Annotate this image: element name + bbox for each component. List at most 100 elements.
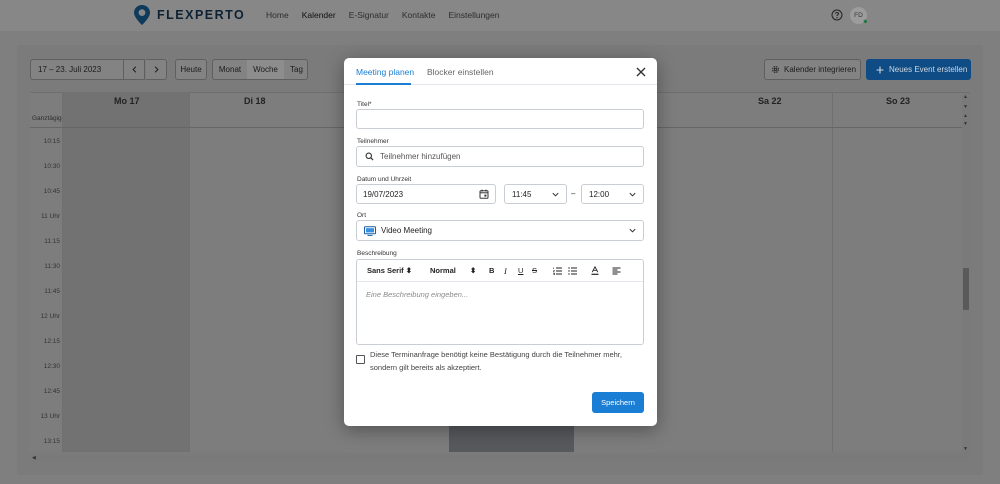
next-week-button[interactable] [146,59,167,80]
main-nav: Home Kalender E-Signatur Kontakte Einste… [266,10,513,20]
time-label: 12:15 [43,338,60,345]
today-button[interactable]: Heute [175,59,207,80]
date-input[interactable]: 19/07/2023 [356,184,496,204]
attendees-label: Teilnehmer [357,138,389,145]
scroll-down-arrow-icon[interactable]: ▼ [963,446,968,452]
avatar[interactable]: FD [850,7,868,24]
tab-blocker-einstellen[interactable]: Blocker einstellen [427,67,494,77]
create-event-label: Neues Event erstellen [889,65,968,74]
view-day-button[interactable]: Tag [284,60,307,79]
integrate-calendar-label: Kalender integrieren [784,65,857,74]
bullet-list-icon[interactable] [568,267,577,275]
video-monitor-icon [364,225,376,236]
font-size-select[interactable]: Normal ⬍ [430,266,476,275]
horizontal-scrollbar[interactable] [30,455,970,462]
nav-item-kontakte[interactable]: Kontakte [402,10,436,20]
nav-item-einstellungen[interactable]: Einstellungen [448,10,499,20]
underline-icon[interactable]: U [518,266,523,275]
text-color-icon[interactable] [591,266,599,275]
time-label: 11 Uhr [40,213,60,220]
view-month-button[interactable]: Monat [213,60,247,79]
nav-item-esignatur[interactable]: E-Signatur [349,10,389,20]
date-range-text: 17 – 23. Juli 2023 [38,65,102,74]
day-column-monday [62,92,189,452]
today-label: Heute [180,65,202,74]
previous-week-button[interactable] [124,59,145,80]
attendees-placeholder: Teilnehmer hinzufügen [380,152,461,161]
top-navigation-bar: FLEXPERTO Home Kalender E-Signatur Konta… [0,0,1000,31]
meeting-dialog: Meeting planen Blocker einstellen Titel*… [344,58,657,426]
view-week-button[interactable]: Woche [247,60,284,79]
date-range-display: 17 – 23. Juli 2023 [30,59,124,80]
integrate-calendar-button[interactable]: Kalender integrieren [764,59,861,80]
chevron-down-icon [629,228,636,233]
calendar-icon[interactable] [479,189,489,199]
active-tab-indicator [356,83,411,85]
scrollbar-thumb[interactable] [963,268,969,310]
time-label: 12:30 [43,363,60,370]
column-divider [189,92,190,452]
location-selected: Video Meeting [364,225,432,236]
save-button[interactable]: Speichern [592,392,644,413]
allday-label: Ganztägig [32,115,62,122]
scroll-up-arrow-icon[interactable]: ▲ [963,94,968,100]
italic-icon[interactable]: I [504,266,507,276]
chevron-down-icon [552,192,559,197]
time-label: 10:45 [43,188,60,195]
chevron-down-icon [629,192,636,197]
time-label: 11:45 [44,288,60,295]
select-arrows-icon: ⬍ [405,266,413,275]
chevron-left-icon [131,66,136,73]
create-event-button[interactable]: Neues Event erstellen [866,59,971,80]
column-divider [62,92,63,452]
auto-accept-checkbox[interactable] [356,355,365,364]
day-header-sa: Sa 22 [758,96,782,106]
date-value: 19/07/2023 [363,189,404,199]
time-label: 12 Uhr [40,313,60,320]
location-select[interactable]: Video Meeting [356,220,644,241]
brand-name: FLEXPERTO [157,8,246,22]
ordered-list-icon[interactable] [553,267,562,275]
nav-item-home[interactable]: Home [266,10,289,20]
dialog-tabs: Meeting planen Blocker einstellen [344,58,657,85]
location-value: Video Meeting [381,226,432,235]
title-label: Titel* [357,101,372,108]
search-icon [365,152,374,161]
brand-logo[interactable]: FLEXPERTO [134,5,245,25]
scroll-down-arrow-icon[interactable]: ▼ [963,104,968,110]
font-family-select[interactable]: Sans Serif ⬍ [367,266,412,275]
scroll-down-arrow-icon[interactable]: ▼ [963,121,968,127]
close-icon[interactable] [635,66,647,78]
help-icon[interactable] [831,9,843,21]
time-range-separator: – [571,189,576,198]
column-divider [832,92,833,452]
editor-toolbar: Sans Serif ⬍ Normal ⬍ B I U S [357,260,643,282]
start-time-select[interactable]: 11:45 [504,184,567,204]
scroll-up-arrow-icon[interactable]: ▲ [963,113,968,119]
online-status-dot [863,19,868,24]
tab-meeting-planen[interactable]: Meeting planen [356,67,414,77]
bold-icon[interactable]: B [489,266,494,275]
nav-item-kalender[interactable]: Kalender [302,10,336,20]
day-header-di: Di 18 [244,96,266,106]
time-label: 10:30 [43,163,60,170]
plus-icon [876,66,884,73]
save-label: Speichern [601,398,635,407]
gear-icon [772,66,779,73]
attendees-input[interactable]: Teilnehmer hinzufügen [356,146,644,167]
scroll-left-arrow-icon[interactable]: ◀ [32,455,36,461]
time-label: 10:15 [43,138,60,145]
title-input[interactable] [356,109,644,129]
align-left-icon[interactable] [612,267,621,275]
location-pin-icon [134,5,150,25]
description-placeholder: Eine Beschreibung eingeben... [366,290,469,299]
description-editor[interactable]: Sans Serif ⬍ Normal ⬍ B I U S Eine Besch… [356,259,644,345]
auto-accept-label: Diese Terminanfrage benötigt keine Bestä… [370,350,622,372]
font-size-value: Normal [430,266,456,275]
end-time-select[interactable]: 12:00 [581,184,644,204]
time-label: 13 Uhr [40,413,60,420]
description-label: Beschreibung [357,250,397,257]
calendar-event-block[interactable] [449,426,574,452]
strikethrough-icon[interactable]: S [532,266,537,275]
end-time-value: 12:00 [589,189,610,199]
